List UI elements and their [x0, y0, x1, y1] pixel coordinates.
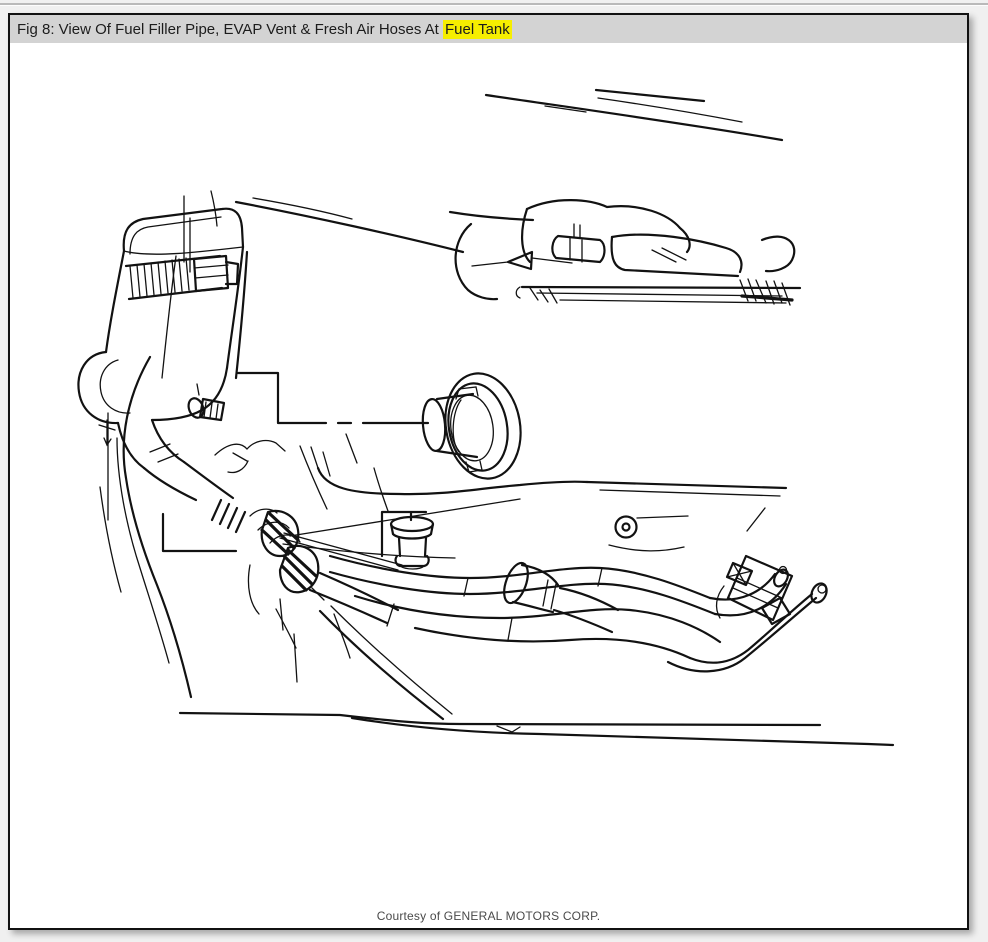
fresh-air-hose-bell	[499, 560, 618, 632]
vent-tube-clamp	[186, 384, 224, 420]
leader-line-connector	[163, 514, 236, 551]
hose-clamp-bracket	[717, 556, 792, 624]
figure-title-bar: Fig 8: View Of Fuel Filler Pipe, EVAP Ve…	[10, 15, 967, 43]
quick-connector-cluster	[212, 499, 520, 600]
tank-bottom-edge	[311, 447, 786, 551]
fuel-tank-diagram	[8, 13, 969, 930]
fuel-pump-module	[456, 200, 800, 305]
filler-hose-clamp	[126, 256, 238, 299]
figure-frame: Fig 8: View Of Fuel Filler Pipe, EVAP Ve…	[8, 13, 969, 930]
leader-line-vent-cap	[382, 512, 426, 556]
bolt-hole	[616, 517, 637, 538]
panel-shading	[215, 434, 388, 511]
fuel-filler-neck	[106, 191, 247, 378]
left-body-contour	[99, 357, 350, 697]
underbody-sweep-lines	[180, 606, 893, 745]
leader-line-grommet	[238, 373, 326, 423]
hose-bundle	[310, 556, 720, 658]
module-hatching	[530, 279, 792, 305]
leader-lines	[163, 373, 428, 556]
evap-vent-cap	[391, 517, 433, 569]
courtesy-text: Courtesy of GENERAL MOTORS CORP.	[376, 909, 601, 923]
figure-title-text: Fig 8: View Of Fuel Filler Pipe, EVAP Ve…	[17, 20, 444, 38]
underbody-top-lines	[236, 90, 782, 252]
hose-open-ends	[668, 567, 830, 672]
window-top-edge	[0, 3, 988, 6]
grommet-seal	[421, 367, 529, 484]
search-highlight: Fuel Tank	[443, 19, 512, 39]
filler-elbow	[78, 352, 233, 500]
